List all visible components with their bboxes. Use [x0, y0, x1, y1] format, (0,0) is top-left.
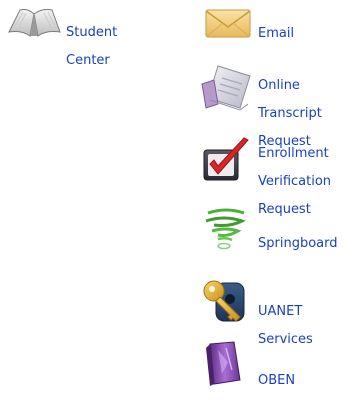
oben-label: OBEN: [258, 373, 296, 388]
transcript-document-icon: [200, 64, 252, 118]
key-lock-icon: [202, 277, 250, 329]
springboard-link[interactable]: Springboard: [200, 205, 350, 255]
green-swirl-icon: [202, 207, 252, 255]
student-center-link[interactable]: Student Center: [0, 0, 130, 68]
envelope-icon: [204, 7, 252, 43]
email-link[interactable]: Email: [200, 0, 320, 50]
oben-link[interactable]: OBEN: [200, 338, 310, 390]
enrollment-verification-request-link[interactable]: Enrollment Verification Request: [200, 130, 345, 217]
online-transcript-request-link[interactable]: Online Transcript Request: [200, 60, 340, 149]
checkmark-box-icon: [202, 136, 252, 188]
uanet-services-link[interactable]: UANET Services: [200, 275, 330, 347]
open-book-icon: [6, 6, 62, 42]
email-label: Email: [258, 26, 295, 41]
student-center-label: Student Center: [66, 25, 118, 68]
purple-book-icon: [204, 340, 244, 390]
springboard-label: Springboard: [258, 236, 338, 251]
